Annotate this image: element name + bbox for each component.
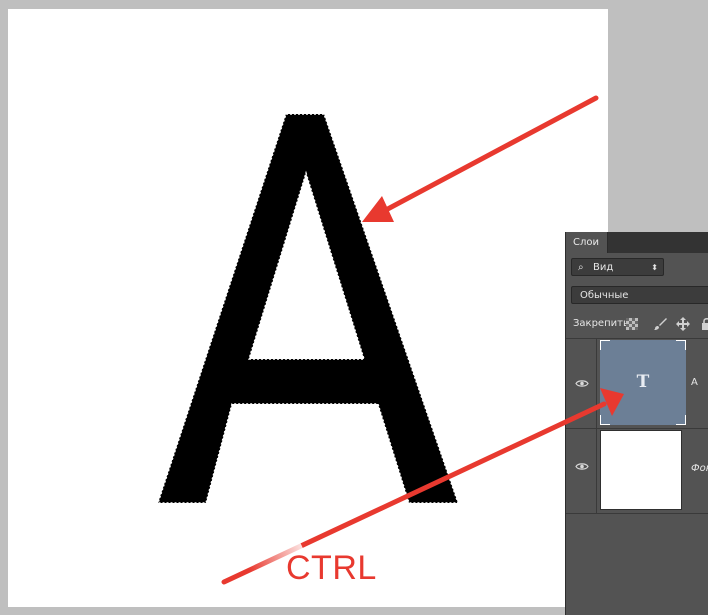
eye-icon[interactable] — [575, 379, 589, 388]
layer-name[interactable]: A — [691, 377, 698, 388]
blend-mode-dropdown[interactable]: Обычные — [571, 286, 708, 304]
layer-filter-label: Вид — [593, 262, 614, 273]
text-layer-thumbnail[interactable]: T — [600, 340, 686, 425]
background-layer-thumbnail[interactable] — [600, 430, 682, 510]
letter-a-shape — [158, 114, 458, 503]
layer-filter-dropdown[interactable]: ⌕ Вид ⬍ — [571, 258, 664, 276]
visibility-toggle[interactable] — [566, 339, 597, 428]
visibility-toggle[interactable] — [566, 428, 597, 513]
lock-move-icon[interactable] — [676, 317, 690, 331]
tab-layers[interactable]: Слои — [566, 232, 608, 253]
panel-tab-bar: Слои — [566, 232, 708, 253]
layers-panel: Слои ⌕ Вид ⬍ Обычные Закрепить: T A Фо — [565, 232, 708, 615]
updown-arrow-icon: ⬍ — [651, 263, 658, 272]
eye-icon[interactable] — [575, 462, 589, 471]
lock-brush-icon[interactable] — [653, 317, 667, 331]
lock-all-icon[interactable] — [700, 317, 708, 331]
lock-row: Закрепить: — [566, 314, 708, 334]
layer-row-text[interactable]: T A — [566, 339, 708, 429]
search-icon: ⌕ — [578, 262, 584, 273]
layer-row-background[interactable]: Фон — [566, 428, 708, 514]
text-layer-icon: T — [636, 372, 650, 392]
lock-label: Закрепить: — [573, 318, 633, 329]
ctrl-annotation-label: CTRL — [286, 549, 377, 587]
lock-transparent-icon[interactable] — [625, 317, 639, 331]
layer-name[interactable]: Фон — [691, 463, 708, 474]
